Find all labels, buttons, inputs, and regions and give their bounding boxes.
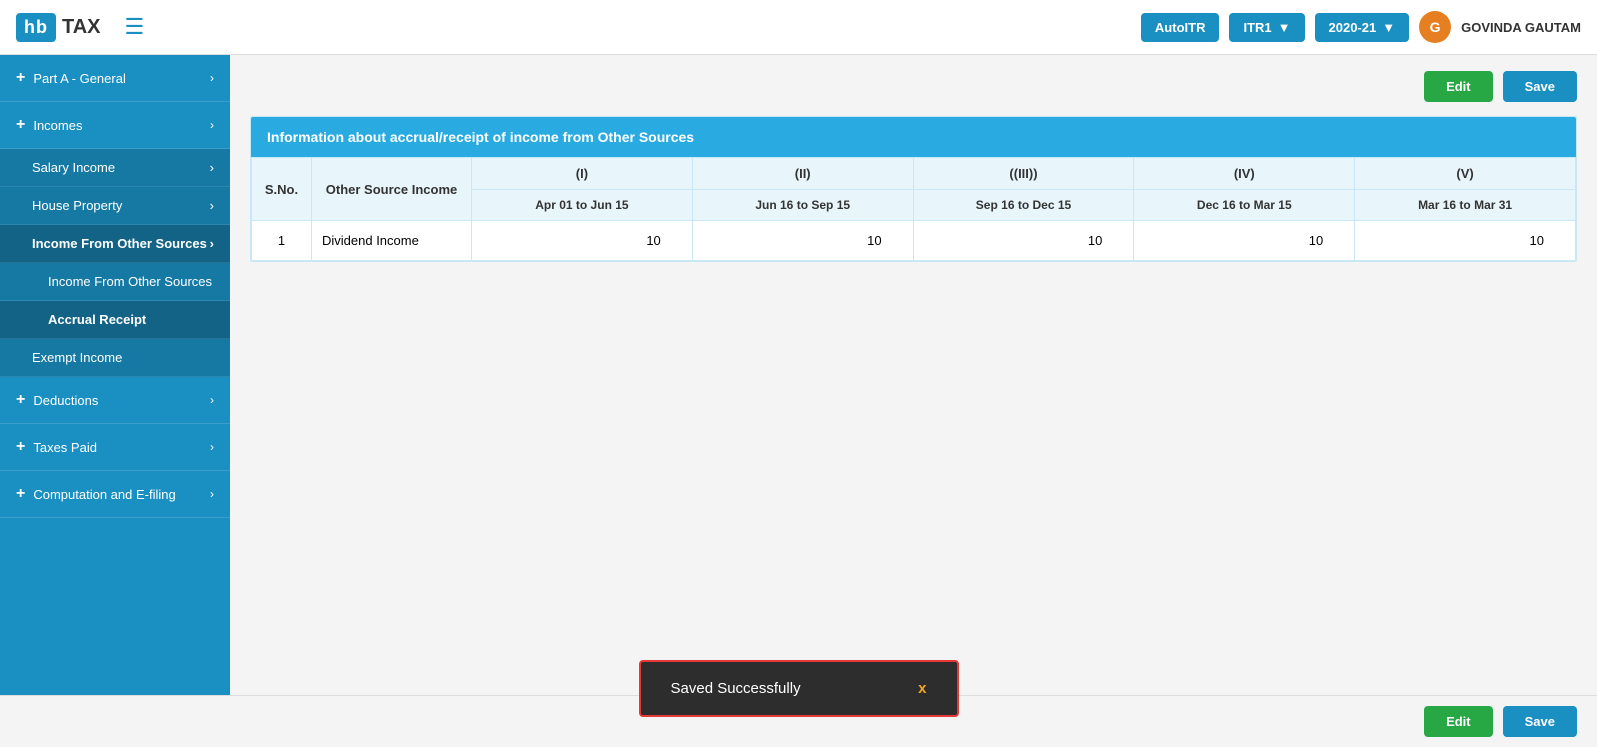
table-row: 1Dividend Income (252, 221, 1576, 261)
sidebar-item-label: Salary Income (32, 160, 115, 175)
col-header-sno: S.No. (252, 158, 312, 221)
input-value-2[interactable] (701, 227, 905, 254)
sidebar-item-taxes-paid[interactable]: + Taxes Paid › (0, 424, 230, 471)
hamburger-icon[interactable]: ☰ (125, 14, 145, 40)
input-value-3[interactable] (922, 227, 1126, 254)
sidebar-item-label: Accrual Receipt (48, 312, 146, 327)
cell-value-3[interactable] (913, 221, 1134, 261)
sidebar-item-label: Income From Other Sources (48, 274, 212, 289)
logo-hb: hb (16, 13, 56, 42)
col-header-period-1: Apr 01 to Jun 15 (472, 190, 693, 221)
col-header-period-4: Dec 16 to Mar 15 (1134, 190, 1355, 221)
toast-close-button[interactable]: x (918, 680, 926, 697)
chevron-down-icon: › (210, 118, 214, 132)
user-name: GOVINDA GAUTAM (1461, 20, 1581, 35)
plus-icon: + (16, 438, 25, 456)
sidebar-item-computation[interactable]: + Computation and E-filing › (0, 471, 230, 518)
itr1-button[interactable]: ITR1 ▼ (1229, 13, 1304, 42)
chevron-right-icon: › (210, 198, 214, 213)
chevron-down-icon: › (210, 236, 214, 251)
sidebar-item-exempt-income[interactable]: Exempt Income (0, 339, 230, 377)
sidebar-item-house-property[interactable]: House Property › (0, 187, 230, 225)
logo: hb TAX (16, 13, 101, 42)
main-content: Edit Save Information about accrual/rece… (230, 55, 1597, 695)
chevron-right-icon: › (210, 440, 214, 454)
sidebar-item-part-a[interactable]: + Part A - General › (0, 55, 230, 102)
sidebar-item-incomes[interactable]: + Incomes › (0, 102, 230, 149)
sidebar-item-label: Income From Other Sources (32, 236, 207, 251)
toast: Saved Successfully x (639, 660, 959, 717)
navbar: hb TAX ☰ AutoITR ITR1 ▼ 2020-21 ▼ G GOVI… (0, 0, 1597, 55)
cell-value-5[interactable] (1355, 221, 1576, 261)
col-header-roman-2: (II) (692, 158, 913, 190)
cell-value-4[interactable] (1134, 221, 1355, 261)
sidebar-item-label: Exempt Income (32, 350, 122, 365)
plus-icon: + (16, 69, 25, 87)
chevron-right-icon: › (210, 71, 214, 85)
col-header-period-5: Mar 16 to Mar 31 (1355, 190, 1576, 221)
col-header-period-2: Jun 16 to Sep 15 (692, 190, 913, 221)
sidebar-item-income-other-sources-sub[interactable]: Income From Other Sources (0, 263, 230, 301)
sidebar-item-label: Incomes (33, 118, 82, 133)
input-value-4[interactable] (1142, 227, 1346, 254)
autoitr-button[interactable]: AutoITR (1141, 13, 1220, 42)
plus-icon: + (16, 485, 25, 503)
avatar: G (1419, 11, 1451, 43)
input-value-5[interactable] (1363, 227, 1567, 254)
accrual-receipt-table: S.No. Other Source Income (I) (II) ((III… (251, 157, 1576, 261)
col-header-period-3: Sep 16 to Dec 15 (913, 190, 1134, 221)
cell-source: Dividend Income (312, 221, 472, 261)
sidebar-item-label: Deductions (33, 393, 98, 408)
input-value-1[interactable] (480, 227, 684, 254)
chevron-right-icon: › (210, 160, 214, 175)
cell-value-2[interactable] (692, 221, 913, 261)
sidebar-item-label: House Property (32, 198, 122, 213)
chevron-right-icon: › (210, 487, 214, 501)
top-edit-button[interactable]: Edit (1424, 71, 1493, 102)
col-header-roman-4: (IV) (1134, 158, 1355, 190)
cell-value-1[interactable] (472, 221, 693, 261)
col-header-roman-5: (V) (1355, 158, 1576, 190)
chevron-right-icon: › (210, 393, 214, 407)
toast-message: Saved Successfully (671, 680, 801, 697)
itr1-chevron-icon: ▼ (1278, 20, 1291, 35)
col-header-roman-1: (I) (472, 158, 693, 190)
bottom-edit-button[interactable]: Edit (1424, 706, 1493, 737)
plus-icon: + (16, 391, 25, 409)
sidebar-item-income-other-sources[interactable]: Income From Other Sources › (0, 225, 230, 263)
col-header-source: Other Source Income (312, 158, 472, 221)
sidebar-item-label: Taxes Paid (33, 440, 97, 455)
navbar-right: AutoITR ITR1 ▼ 2020-21 ▼ G GOVINDA GAUTA… (1141, 11, 1581, 43)
cell-sno: 1 (252, 221, 312, 261)
section-header: Information about accrual/receipt of inc… (251, 117, 1576, 157)
logo-tax: TAX (62, 16, 101, 39)
accrual-receipt-table-container: Information about accrual/receipt of inc… (250, 116, 1577, 262)
plus-icon: + (16, 116, 25, 134)
year-button[interactable]: 2020-21 ▼ (1315, 13, 1410, 42)
toast-overlay: Saved Successfully x (639, 660, 959, 717)
sidebar: + Part A - General › + Incomes › Salary … (0, 55, 230, 695)
sidebar-item-label: Part A - General (33, 71, 126, 86)
year-chevron-icon: ▼ (1382, 20, 1395, 35)
top-save-button[interactable]: Save (1503, 71, 1577, 102)
layout: + Part A - General › + Incomes › Salary … (0, 55, 1597, 695)
sidebar-item-salary[interactable]: Salary Income › (0, 149, 230, 187)
sidebar-item-deductions[interactable]: + Deductions › (0, 377, 230, 424)
sidebar-item-label: Computation and E-filing (33, 487, 175, 502)
bottom-save-button[interactable]: Save (1503, 706, 1577, 737)
sidebar-item-accrual-receipt[interactable]: Accrual Receipt (0, 301, 230, 339)
col-header-roman-3: ((III)) (913, 158, 1134, 190)
top-action-bar: Edit Save (250, 71, 1577, 102)
